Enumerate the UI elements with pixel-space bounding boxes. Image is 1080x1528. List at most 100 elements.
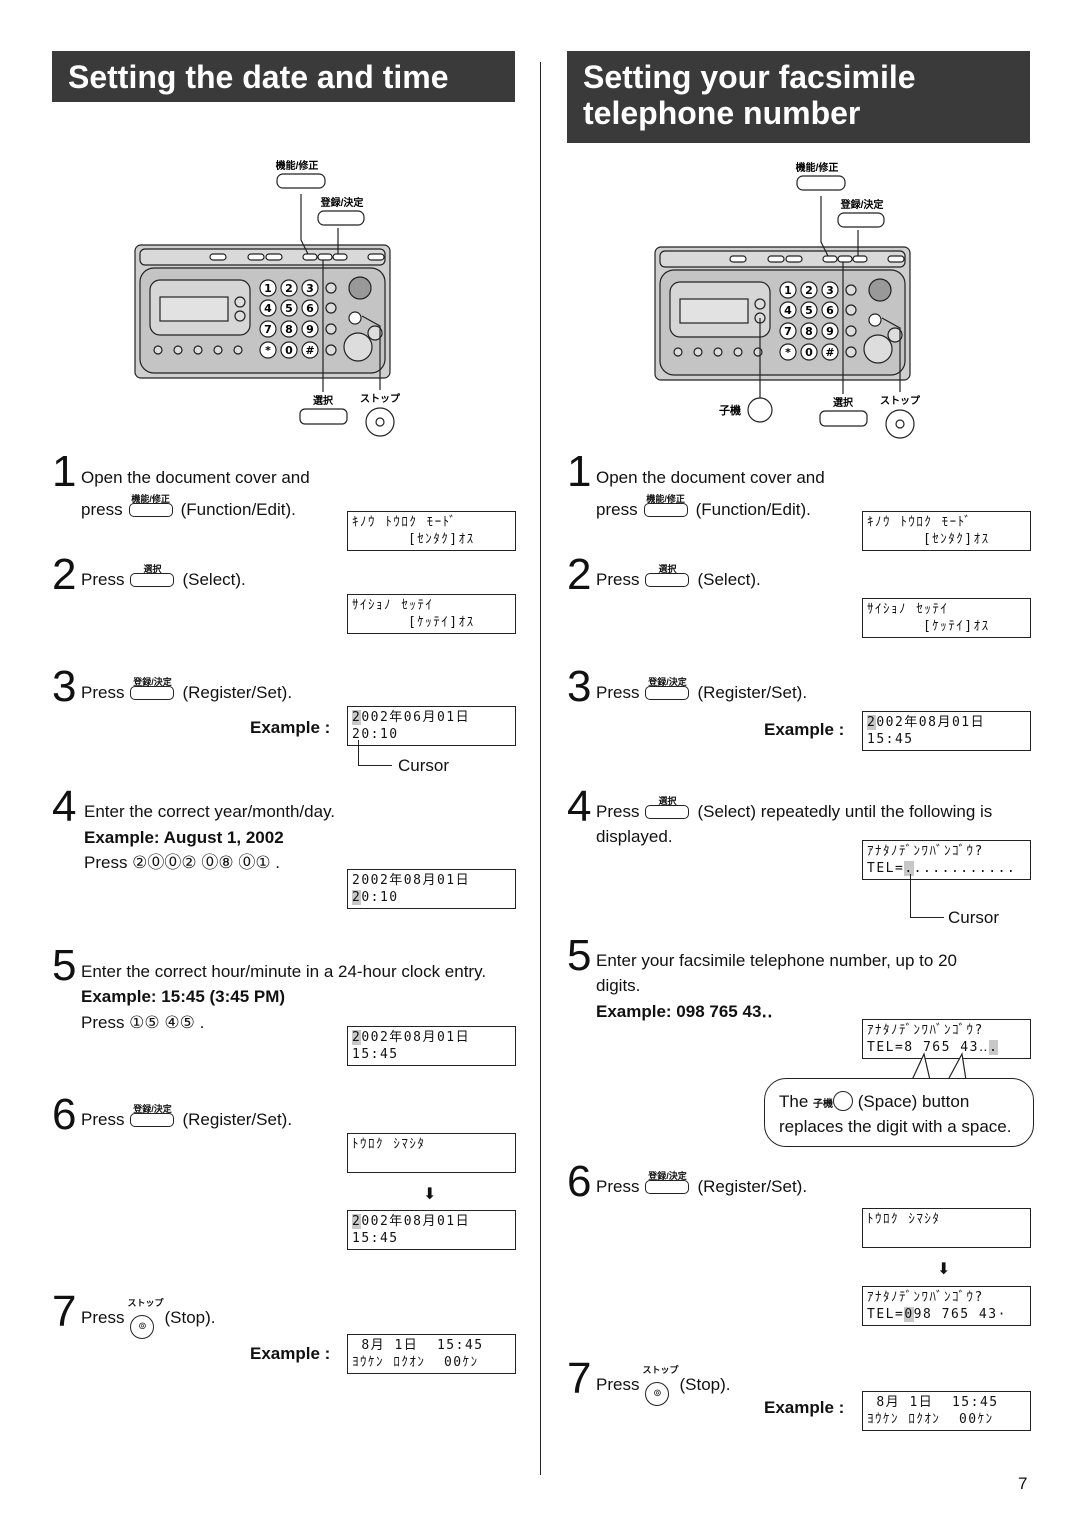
top-button (837, 255, 853, 263)
lcd-text: ｻｲｼｮﾉ ｾｯﾃｲ (867, 602, 949, 617)
keypad-digit: 5 (805, 304, 813, 317)
step-number: 1 (567, 447, 592, 496)
top-button (209, 253, 227, 261)
step-text: Enter the correct year/month/day. (84, 802, 336, 821)
key-description: (Register/Set). (697, 683, 808, 702)
step-number: 7 (52, 1287, 77, 1336)
lcd-line: ｻｲｼｮﾉ ｾｯﾃｲ (352, 597, 511, 614)
lcd-display: ｷﾉｳ ﾄｳﾛｸ ﾓｰﾄﾞ [ｾﾝﾀｸ]ｵｽ (862, 511, 1031, 551)
press-text: Press (596, 802, 640, 821)
step-text: Enter the correct hour/minute in a 24-ho… (81, 962, 487, 981)
space-button-icon (833, 1091, 854, 1111)
stop-button-icon (365, 407, 395, 437)
callout-text: replaces the digit with a space. (779, 1117, 1012, 1136)
lcd-line: ｻｲｼｮﾉ ｾｯﾃｲ (867, 601, 1026, 618)
example-label: Example: 098 765 43‥ (596, 1002, 773, 1021)
step-instruction: Press 登録/決定 (Register/Set). (81, 1104, 293, 1130)
lcd-display: ｱﾅﾀﾉﾃﾞﾝﾜﾊﾞﾝｺﾞｳ? TEL=098 765 43· (862, 1286, 1031, 1326)
step-number: 2 (567, 550, 592, 599)
select-button-icon (299, 408, 348, 425)
keypad-digit: 6 (306, 302, 314, 315)
callout-text: (Space) button (857, 1092, 970, 1111)
cursor-leader-line (358, 765, 392, 766)
example-label: Example : (764, 1398, 845, 1417)
step-number: 1 (52, 447, 77, 496)
lcd-line: ﾖｳｹﾝ ﾛｸｵﾝ 00ｹﾝ (352, 1354, 511, 1371)
keypad-digit: # (305, 344, 314, 357)
lcd-text: 8月 1日 15:45 (352, 1338, 484, 1353)
manual-page: Setting the date and time Setting your f… (0, 0, 1080, 1528)
keypad-digit: 7 (784, 325, 792, 338)
lcd-cursor: 2 (867, 715, 877, 730)
press-text: Press (596, 1177, 640, 1196)
function-edit-label: 機能/修正 (796, 161, 839, 174)
lcd-text: [ｾﾝﾀｸ]ｵｽ (867, 532, 990, 547)
top-button (822, 255, 838, 263)
example-label: Example : (250, 718, 331, 737)
lcd-text: TEL= (867, 861, 905, 876)
fax-machine-illustration: 1 2 3 4 5 6 7 8 9 * 0 # 機能/修正登録/決定選択 ストップ (134, 159, 401, 437)
lcd-line: ﾖｳｹﾝ ﾛｸｵﾝ 00ｹﾝ (867, 1411, 1026, 1428)
lcd-text: 15:45 (352, 1231, 399, 1246)
lcd-text: 15:45 (867, 732, 914, 747)
lcd-text: [ｹｯﾃｲ]ｵｽ (867, 619, 990, 634)
handset-space-button-icon (747, 397, 773, 423)
lcd-text: ﾄｳﾛｸ ｼﾏｼﾀ (352, 1137, 426, 1152)
stop-button-icon (885, 409, 915, 439)
press-text: press (596, 500, 638, 519)
lcd-text: 002年06月01日 (361, 710, 471, 725)
key-description: (Function/Edit). (180, 500, 296, 519)
select-key-icon: 選択 (645, 564, 690, 587)
top-button (767, 255, 785, 263)
stop-key-icon: ストップ ⊚ (127, 1298, 163, 1339)
step-instruction: Press 登録/決定 (Register/Set). (81, 677, 292, 703)
keypad-digit: * (785, 346, 791, 359)
lcd-line: 2002年06月01日 (352, 709, 511, 726)
step-number: 5 (52, 941, 77, 990)
top-button (852, 255, 868, 263)
key-description: (Register/Set). (697, 1177, 808, 1196)
press-text: Press (81, 683, 125, 702)
register-set-key-icon: 登録/決定 (130, 1104, 175, 1127)
lcd-text: 15:45 (352, 1047, 399, 1062)
callout-text: The (779, 1092, 809, 1111)
keypad-digit: 2 (805, 284, 813, 297)
example-label: Example: 15:45 (3:45 PM) (81, 987, 286, 1006)
key-description: (Stop). (679, 1375, 731, 1394)
keypad-digit: 2 (285, 282, 293, 295)
key-description: (Stop). (164, 1308, 216, 1327)
space-button-callout: The 子機 (Space) button replaces the digit… (764, 1078, 1034, 1147)
lcd-line: 2002年08月01日 (352, 1029, 511, 1046)
step-instruction: press 機能/修正 (Function/Edit). (81, 494, 296, 520)
register-set-label: 登録/決定 (320, 196, 364, 209)
lcd-cursor: 2 (352, 890, 362, 905)
press-text: Press (81, 1308, 125, 1327)
lcd-display: 2002年08月01日 20:10 (347, 869, 516, 909)
lcd-display: ﾄｳﾛｸ ｼﾏｼﾀ (347, 1133, 516, 1173)
step-text: digits. (596, 976, 641, 995)
lcd-text: 002年08月01日 (361, 1030, 471, 1045)
register-set-label: 登録/決定 (840, 198, 884, 211)
lcd-cursor: . (904, 861, 914, 876)
lcd-line: ﾄｳﾛｸ ｼﾏｼﾀ (352, 1136, 511, 1153)
stop-label: ストップ (360, 392, 401, 405)
press-text: Press (596, 570, 640, 589)
step-instruction: Press 登録/決定 (Register/Set). (596, 1171, 808, 1197)
lcd-line: 2002年08月01日 (352, 1213, 511, 1230)
step-number: 2 (52, 550, 77, 599)
select-button-icon (819, 410, 868, 427)
lcd-display: ﾄｳﾛｸ ｼﾏｼﾀ (862, 1208, 1031, 1248)
step-text: displayed. (596, 827, 673, 846)
step-number: 6 (52, 1090, 77, 1139)
lcd-line: [ｾﾝﾀｸ]ｵｽ (867, 531, 1026, 548)
lcd-display: 2002年08月01日 15:45 (347, 1026, 516, 1066)
step-instruction: Press 選択 (Select) repeatedly until the fol… (596, 796, 992, 822)
cursor-label: Cursor (948, 908, 1000, 927)
step-number: 3 (567, 662, 592, 711)
lcd-line: 8月 1日 15:45 (867, 1394, 1026, 1411)
cursor-label: Cursor (398, 756, 450, 775)
example-label: Example : (250, 1344, 331, 1363)
step-instruction: press 機能/修正 (Function/Edit). (596, 494, 811, 520)
lcd-line: ｱﾅﾀﾉﾃﾞﾝﾜﾊﾞﾝｺﾞｳ? (867, 843, 1026, 860)
key-description: (Register/Set). (182, 1110, 293, 1129)
